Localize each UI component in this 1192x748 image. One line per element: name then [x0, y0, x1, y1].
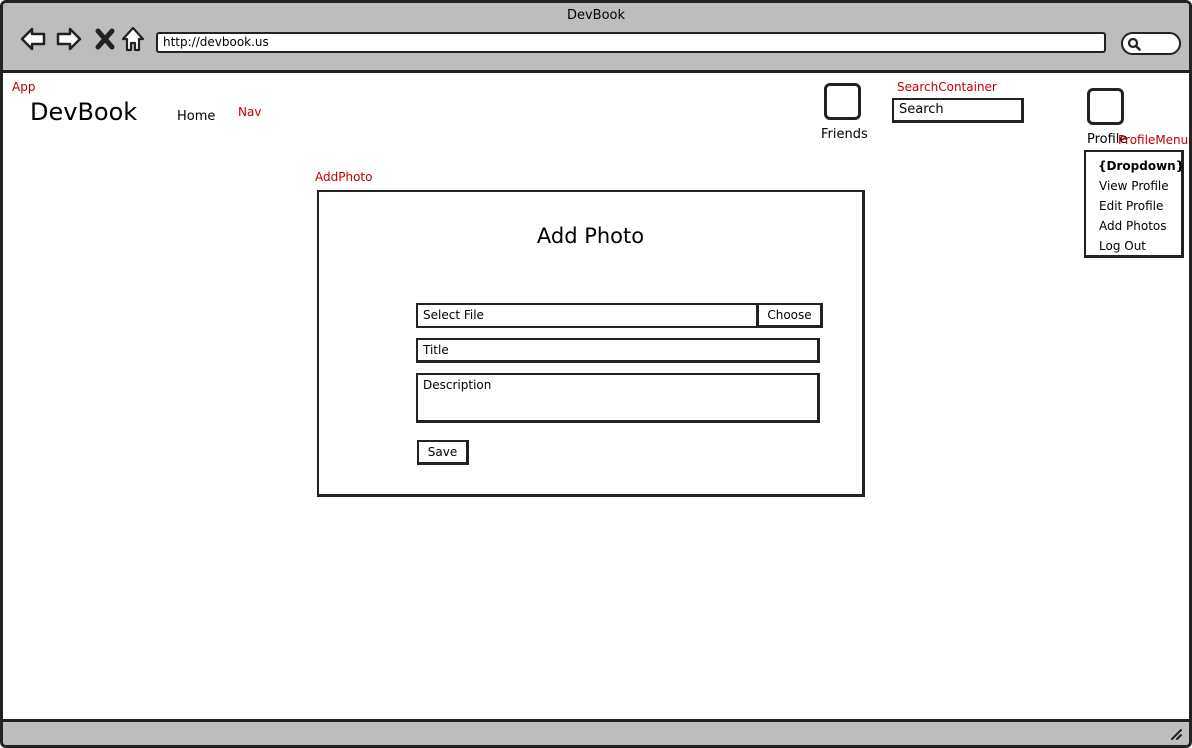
file-path-field[interactable]: Select File: [416, 303, 758, 328]
forward-button[interactable]: [53, 23, 85, 55]
choose-file-button[interactable]: Choose: [757, 303, 823, 328]
back-button[interactable]: [17, 23, 49, 55]
profile-icon[interactable]: [1087, 88, 1124, 125]
friends-label[interactable]: Friends: [821, 127, 868, 142]
window-title: DevBook: [566, 8, 626, 23]
app-annotation: App: [12, 80, 36, 94]
url-bar[interactable]: http://devbook.us: [156, 32, 1106, 53]
friends-icon[interactable]: [824, 83, 861, 120]
browser-titlebar: DevBook http://devbook.us: [3, 3, 1189, 73]
menu-item-dropdown-header: {Dropdown}: [1098, 159, 1185, 173]
description-textarea[interactable]: Description: [416, 373, 820, 423]
title-input[interactable]: Title: [416, 338, 820, 363]
menu-item-view-profile[interactable]: View Profile: [1086, 176, 1181, 196]
nav-annotation: Nav: [238, 105, 262, 119]
save-button[interactable]: Save: [417, 440, 469, 465]
search-icon: [1127, 37, 1141, 51]
browser-window: DevBook http://devbook.us App DevBook Ho…: [0, 0, 1192, 748]
add-photo-panel: Add Photo Select File Choose Title Descr…: [317, 190, 865, 497]
forward-arrow-icon: [56, 27, 82, 51]
browser-statusbar: [3, 719, 1189, 745]
browser-search-button[interactable]: [1121, 32, 1181, 55]
nav-home-link[interactable]: Home: [177, 109, 215, 124]
menu-item-log-out[interactable]: Log Out: [1086, 236, 1181, 256]
search-container-annotation: SearchContainer: [897, 80, 997, 94]
profile-menu-annotation: ProfileMenu: [1118, 133, 1189, 147]
menu-item-add-photos[interactable]: Add Photos: [1086, 216, 1181, 236]
back-arrow-icon: [20, 27, 46, 51]
close-icon: [95, 28, 115, 50]
resize-grip-icon[interactable]: [1169, 727, 1183, 741]
search-input[interactable]: Search: [892, 98, 1024, 123]
home-icon: [121, 26, 145, 52]
profile-dropdown-menu: {Dropdown} View Profile Edit Profile Add…: [1084, 150, 1184, 258]
panel-title: Add Photo: [536, 224, 645, 248]
home-button[interactable]: [117, 23, 149, 55]
brand-logo[interactable]: DevBook: [30, 98, 137, 126]
menu-item-edit-profile[interactable]: Edit Profile: [1086, 196, 1181, 216]
add-photo-annotation: AddPhoto: [315, 170, 373, 184]
